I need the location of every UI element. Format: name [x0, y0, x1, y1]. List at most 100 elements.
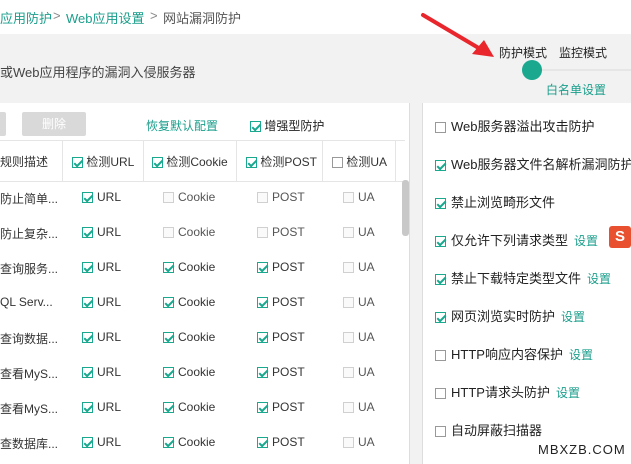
- protection-option[interactable]: Web服务器溢出攻击防护: [435, 116, 595, 135]
- option-settings-link[interactable]: 设置: [556, 386, 580, 400]
- detect-ua-cell[interactable]: UA: [343, 295, 375, 309]
- column-header-cookie[interactable]: 检测Cookie: [152, 153, 228, 170]
- detect-post-cell[interactable]: POST: [257, 435, 305, 449]
- detect-ua-checkbox[interactable]: [343, 262, 354, 274]
- detect-cookie-checkbox[interactable]: [163, 437, 174, 449]
- detect-ua-checkbox[interactable]: [343, 192, 354, 204]
- detect-url-checkbox[interactable]: [82, 332, 93, 344]
- protection-option[interactable]: Web服务器文件名解析漏洞防护: [435, 154, 631, 173]
- table-row[interactable]: 查询服务... URL Cookie POST UA: [0, 250, 403, 285]
- detect-url-checkbox[interactable]: [82, 367, 93, 379]
- detect-url-cell[interactable]: URL: [82, 365, 121, 379]
- detect-url-cell[interactable]: URL: [82, 400, 121, 414]
- detect-cookie-cell[interactable]: Cookie: [163, 225, 215, 239]
- enhanced-protection-checkbox[interactable]: [250, 121, 261, 133]
- table-row[interactable]: 防止复杂... URL Cookie POST UA: [0, 215, 403, 250]
- detect-ua-checkbox[interactable]: [343, 402, 354, 414]
- detect-post-checkbox[interactable]: [257, 367, 268, 379]
- protect-mode-label[interactable]: 防护模式: [499, 44, 547, 61]
- protection-option[interactable]: HTTP请求头防护 设置: [435, 382, 580, 401]
- mode-slider-knob[interactable]: [522, 60, 542, 80]
- enhanced-protection-toggle[interactable]: 增强型防护: [250, 117, 324, 134]
- detect-ua-cell[interactable]: UA: [343, 435, 375, 449]
- whitelist-settings-link[interactable]: 白名单设置: [546, 81, 606, 98]
- table-row[interactable]: 查看MyS... URL Cookie POST UA: [0, 355, 403, 390]
- detect-ua-cell[interactable]: UA: [343, 365, 375, 379]
- detect-ua-checkbox[interactable]: [343, 332, 354, 344]
- detect-post-cell[interactable]: POST: [257, 260, 305, 274]
- detect-url-cell[interactable]: URL: [82, 435, 121, 449]
- detect-ua-cell[interactable]: UA: [343, 190, 375, 204]
- detect-url-cell[interactable]: URL: [82, 225, 121, 239]
- protection-option-checkbox[interactable]: [435, 426, 446, 438]
- column-header-url[interactable]: 检测URL: [72, 153, 134, 170]
- table-row[interactable]: 查询数据... URL Cookie POST UA: [0, 320, 403, 355]
- protection-option-checkbox[interactable]: [435, 274, 446, 286]
- detect-ua-cell[interactable]: UA: [343, 400, 375, 414]
- detect-ua-checkbox[interactable]: [343, 367, 354, 379]
- detect-post-checkbox[interactable]: [257, 227, 268, 239]
- restore-defaults-link[interactable]: 恢复默认配置: [146, 117, 218, 134]
- detect-ua-checkbox[interactable]: [343, 297, 354, 309]
- detect-cookie-cell[interactable]: Cookie: [163, 190, 215, 204]
- column-header-ua[interactable]: 检测UA: [332, 153, 387, 170]
- detect-cookie-cell[interactable]: Cookie: [163, 365, 215, 379]
- detect-url-cell[interactable]: URL: [82, 190, 121, 204]
- detect-cookie-checkbox[interactable]: [163, 192, 174, 204]
- protection-option-checkbox[interactable]: [435, 122, 446, 134]
- detect-url-checkbox[interactable]: [82, 227, 93, 239]
- breadcrumb-web-settings[interactable]: Web应用设置: [66, 8, 145, 27]
- detect-url-cell[interactable]: URL: [82, 295, 121, 309]
- detect-url-checkbox[interactable]: [82, 192, 93, 204]
- detect-ua-cell[interactable]: UA: [343, 330, 375, 344]
- detect-url-checkbox[interactable]: [82, 262, 93, 274]
- protection-option-checkbox[interactable]: [435, 236, 446, 248]
- protection-option[interactable]: 禁止浏览畸形文件: [435, 192, 555, 211]
- detect-cookie-cell[interactable]: Cookie: [163, 330, 215, 344]
- option-settings-link[interactable]: 设置: [574, 234, 598, 248]
- detect-cookie-checkbox[interactable]: [163, 262, 174, 274]
- protection-option-checkbox[interactable]: [435, 388, 446, 400]
- detect-url-checkbox[interactable]: [82, 297, 93, 309]
- detect-cookie-checkbox[interactable]: [163, 332, 174, 344]
- detect-url-checkbox[interactable]: [82, 402, 93, 414]
- table-row[interactable]: 防止简单... URL Cookie POST UA: [0, 180, 403, 215]
- protection-option-checkbox[interactable]: [435, 198, 446, 210]
- detect-cookie-checkbox[interactable]: [163, 402, 174, 414]
- detect-post-checkbox[interactable]: [257, 262, 268, 274]
- protection-option-checkbox[interactable]: [435, 350, 446, 362]
- protection-option[interactable]: 自动屏蔽扫描器: [435, 420, 542, 439]
- option-settings-link[interactable]: 设置: [569, 348, 593, 362]
- table-row[interactable]: QL Serv... URL Cookie POST UA: [0, 285, 403, 320]
- option-settings-link[interactable]: 设置: [561, 310, 585, 324]
- detect-cookie-checkbox[interactable]: [163, 227, 174, 239]
- detect-ua-cell[interactable]: UA: [343, 260, 375, 274]
- protection-option[interactable]: HTTP响应内容保护 设置: [435, 344, 593, 363]
- detect-url-checkbox[interactable]: [82, 437, 93, 449]
- add-button[interactable]: [0, 112, 6, 136]
- protection-option-checkbox[interactable]: [435, 312, 446, 324]
- detect-ua-cell[interactable]: UA: [343, 225, 375, 239]
- protection-option[interactable]: 网页浏览实时防护 设置: [435, 306, 585, 325]
- breadcrumb-app-protection[interactable]: 应用防护: [0, 8, 52, 27]
- column-header-post[interactable]: 检测POST: [246, 153, 317, 170]
- header-cookie-checkbox[interactable]: [152, 157, 163, 169]
- detect-cookie-cell[interactable]: Cookie: [163, 435, 215, 449]
- option-settings-link[interactable]: 设置: [587, 272, 611, 286]
- detect-post-checkbox[interactable]: [257, 402, 268, 414]
- mode-slider-track[interactable]: [532, 69, 631, 71]
- header-ua-checkbox[interactable]: [332, 157, 343, 169]
- detect-post-cell[interactable]: POST: [257, 225, 305, 239]
- detect-post-cell[interactable]: POST: [257, 190, 305, 204]
- detect-post-cell[interactable]: POST: [257, 400, 305, 414]
- detect-cookie-cell[interactable]: Cookie: [163, 295, 215, 309]
- detect-cookie-cell[interactable]: Cookie: [163, 400, 215, 414]
- detect-post-cell[interactable]: POST: [257, 295, 305, 309]
- detect-cookie-cell[interactable]: Cookie: [163, 260, 215, 274]
- detect-post-cell[interactable]: POST: [257, 365, 305, 379]
- table-row[interactable]: 查数据库... URL Cookie POST UA: [0, 425, 403, 460]
- delete-button[interactable]: 删除: [22, 112, 86, 136]
- protection-option[interactable]: 仅允许下列请求类型 设置: [435, 230, 598, 249]
- detect-cookie-checkbox[interactable]: [163, 367, 174, 379]
- detect-post-checkbox[interactable]: [257, 192, 268, 204]
